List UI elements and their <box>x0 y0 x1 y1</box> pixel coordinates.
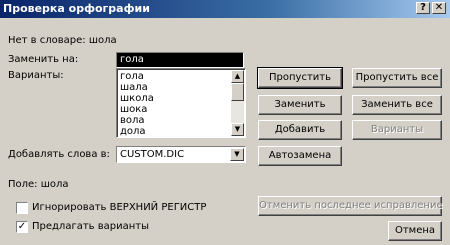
title-bar[interactable]: Проверка орфографии ? ✕ <box>0 0 450 18</box>
cancel-button-label: Отмена <box>394 225 436 236</box>
suggestions-button-label: Варианты <box>370 124 424 135</box>
suggestions-button[interactable]: Варианты <box>352 120 442 140</box>
suggest-label: Предлагать варианты <box>32 221 149 232</box>
suggestion-item[interactable]: вола <box>120 115 154 126</box>
autocorrect-button[interactable]: Автозамена <box>258 146 342 166</box>
suggestions-label: Варианты: <box>8 70 64 81</box>
chevron-down-icon[interactable]: ▼ <box>230 148 244 161</box>
not-in-dictionary-label: Нет в словаре: шола <box>8 35 117 46</box>
add-button[interactable]: Добавить <box>258 120 342 140</box>
replace-with-label: Заменить на: <box>8 54 79 65</box>
scroll-up-icon[interactable]: ▲ <box>231 70 244 83</box>
suggestion-item[interactable]: шала <box>120 82 154 93</box>
replace-button[interactable]: Заменить <box>258 95 342 115</box>
skip-all-button[interactable]: Пропустить все <box>352 68 442 88</box>
suggest-checkbox[interactable]: ✓ <box>16 221 28 233</box>
replace-all-button[interactable]: Заменить все <box>352 95 442 115</box>
field-label: Поле: шола <box>8 179 69 190</box>
replace-with-value: гола <box>120 54 144 65</box>
suggestion-item[interactable]: гола <box>120 71 154 82</box>
suggestion-item[interactable]: школа <box>120 93 154 104</box>
add-words-to-value: CUSTOM.DIC <box>120 149 185 160</box>
close-button[interactable]: ✕ <box>432 2 446 14</box>
suggestions-list[interactable]: гола шала школа шока вола дола ▲ ▼ <box>116 68 246 138</box>
skip-all-button-label: Пропустить все <box>355 72 439 83</box>
autocorrect-button-label: Автозамена <box>268 150 332 161</box>
scroll-thumb[interactable] <box>231 83 244 101</box>
add-words-to-label: Добавлять слова в: <box>8 149 110 160</box>
suggestion-item[interactable]: дола <box>120 126 154 137</box>
add-words-to-select[interactable]: CUSTOM.DIC ▼ <box>116 146 246 163</box>
skip-button-label: Пропустить <box>269 72 331 83</box>
ignore-uppercase-label: Игнорировать ВЕРХНИЙ РЕГИСТР <box>32 202 207 213</box>
suggestion-item[interactable]: шока <box>120 104 154 115</box>
undo-last-button-label: Отменить последнее исправление <box>259 200 443 211</box>
suggestions-scrollbar[interactable]: ▲ ▼ <box>231 70 244 136</box>
cancel-button[interactable]: Отмена <box>388 221 442 241</box>
help-button[interactable]: ? <box>416 2 430 14</box>
replace-button-label: Заменить <box>274 99 326 110</box>
undo-last-button[interactable]: Отменить последнее исправление <box>258 196 443 216</box>
suggestions-items: гола шала школа шока вола дола <box>120 71 154 137</box>
spelling-dialog: Проверка орфографии ? ✕ Нет в словаре: ш… <box>0 0 450 245</box>
window-title: Проверка орфографии <box>3 2 150 15</box>
replace-with-input[interactable]: гола <box>116 52 244 68</box>
replace-all-button-label: Заменить все <box>361 99 433 110</box>
ignore-uppercase-checkbox[interactable] <box>16 202 28 214</box>
add-button-label: Добавить <box>274 124 326 135</box>
scroll-down-icon[interactable]: ▼ <box>231 123 244 136</box>
skip-button[interactable]: Пропустить <box>257 67 343 89</box>
